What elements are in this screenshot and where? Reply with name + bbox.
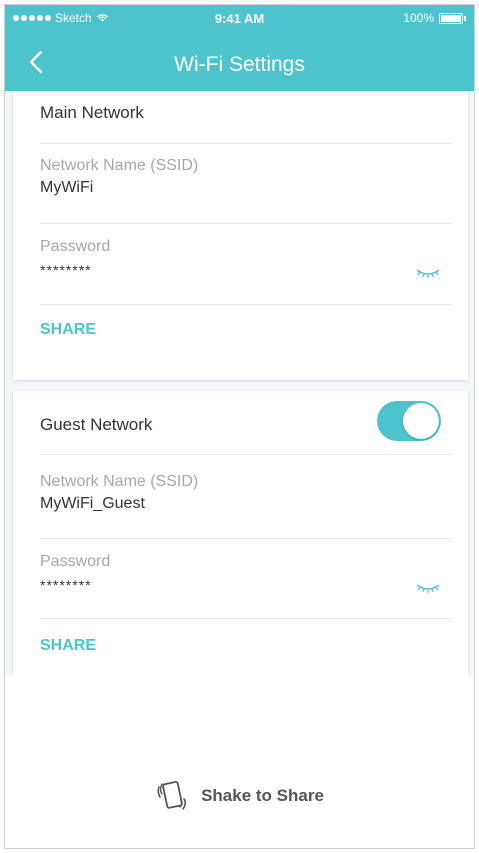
main-ssid-row[interactable]: Network Name (SSID) MyWiFi [40, 157, 451, 224]
guest-share-button[interactable]: SHARE [40, 637, 451, 655]
status-bar: Sketch 9:41 AM 100% [5, 5, 474, 31]
shake-phone-icon [157, 781, 187, 810]
guest-password-value: ******** [40, 577, 92, 593]
main-share-button[interactable]: SHARE [40, 321, 451, 339]
guest-network-toggle[interactable] [377, 401, 441, 441]
main-ssid-label: Network Name (SSID) [40, 157, 199, 174]
guest-ssid-label: Network Name (SSID) [40, 473, 199, 490]
battery-percent: 100% [403, 11, 434, 25]
page-title: Wi-Fi Settings [174, 53, 305, 76]
shake-to-share-label: Shake to Share [201, 786, 324, 805]
guest-network-title-row: Guest Network [40, 391, 451, 455]
header: Sketch 9:41 AM 100% Wi-Fi Settings [5, 5, 474, 91]
guest-password-label: Password [40, 553, 111, 570]
settings-content[interactable]: Main Network Network Name (SSID) MyWiFi … [5, 91, 474, 675]
main-share-row: SHARE [40, 321, 451, 351]
main-ssid-value: MyWiFi [40, 179, 94, 196]
main-network-title-row: Main Network [40, 103, 451, 144]
guest-share-row: SHARE [40, 637, 451, 667]
main-password-row[interactable]: Password ******** [40, 238, 451, 305]
bottom-area: Shake to Share [5, 675, 474, 848]
main-network-card: Main Network Network Name (SSID) MyWiFi … [13, 91, 468, 380]
guest-ssid-value: MyWiFi_Guest [40, 495, 145, 512]
main-network-title: Main Network [40, 103, 144, 122]
shake-to-share[interactable]: Shake to Share [5, 779, 474, 813]
guest-password-row[interactable]: Password ******** [40, 553, 451, 619]
eye-closed-icon[interactable] [415, 581, 441, 595]
main-password-label: Password [40, 238, 111, 255]
guest-ssid-row[interactable]: Network Name (SSID) MyWiFi_Guest [40, 473, 451, 539]
battery-icon [439, 12, 463, 24]
battery-tip [464, 15, 466, 21]
toggle-knob [403, 403, 439, 439]
eye-closed-icon[interactable] [415, 266, 441, 280]
main-password-value: ******** [40, 262, 92, 278]
status-right: 100% [403, 11, 466, 25]
guest-network-card: Guest Network Network Name (SSID) MyWiFi… [13, 391, 468, 675]
app-frame: Sketch 9:41 AM 100% Wi-Fi Settings Main … [4, 4, 475, 849]
